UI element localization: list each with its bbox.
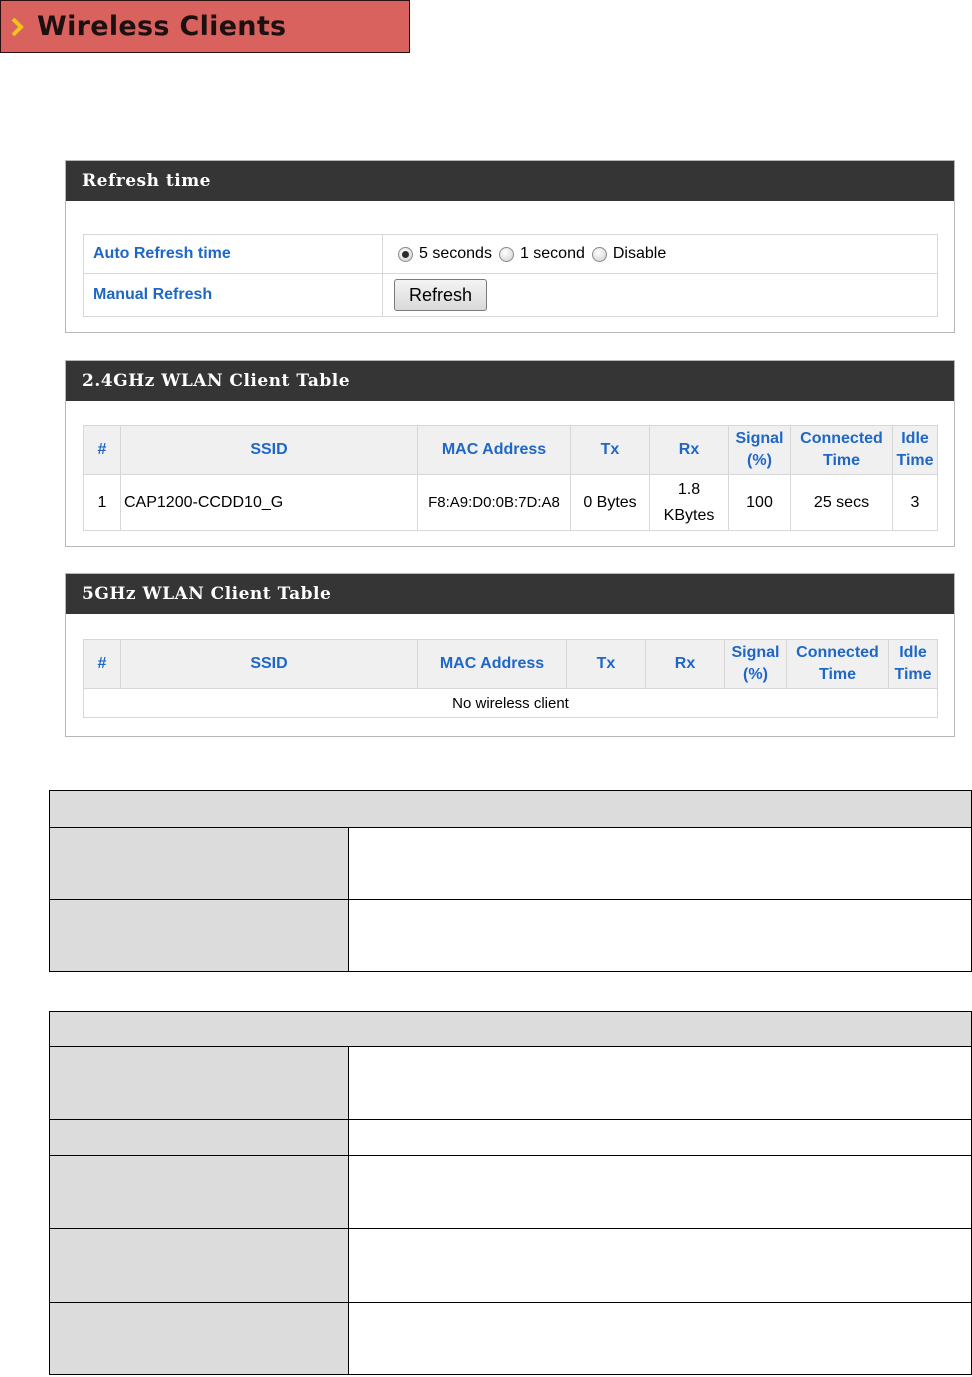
radio-5-seconds[interactable] bbox=[398, 246, 413, 262]
panel-header: 2.4GHz WLAN Client Table bbox=[66, 361, 954, 401]
doc-table-header bbox=[49, 1011, 972, 1047]
doc-value-cell bbox=[348, 1302, 972, 1375]
description-table-clients bbox=[49, 1011, 972, 1375]
wlan24-client-panel: 2.4GHz WLAN Client Table # SSID MAC Addr… bbox=[65, 360, 955, 547]
doc-value-cell bbox=[348, 1119, 972, 1156]
manual-refresh-label: Manual Refresh bbox=[83, 273, 383, 317]
panel-header: 5GHz WLAN Client Table bbox=[66, 574, 954, 614]
wlan24-client-table: # SSID MAC Address Tx Rx Signal (%) Conn… bbox=[83, 425, 938, 531]
auto-refresh-label: Auto Refresh time bbox=[83, 234, 383, 274]
col-idle: Idle Time bbox=[888, 639, 938, 689]
radio-label: 1 second bbox=[519, 245, 585, 262]
page-title-banner: Wireless Clients bbox=[0, 0, 410, 53]
doc-value-cell bbox=[348, 1046, 972, 1120]
manual-refresh-cell: Refresh bbox=[382, 273, 938, 317]
doc-table-header bbox=[49, 790, 972, 828]
cell-tx: 0 Bytes bbox=[570, 474, 650, 531]
doc-key-cell bbox=[49, 1228, 349, 1303]
col-mac: MAC Address bbox=[417, 639, 567, 689]
doc-value-cell bbox=[348, 827, 972, 900]
cell-idle: 3 bbox=[892, 474, 938, 531]
doc-value-cell bbox=[348, 1155, 972, 1229]
cell-rx: 1.8 KBytes bbox=[649, 474, 729, 531]
col-signal: Signal (%) bbox=[724, 639, 787, 689]
refresh-time-panel: Refresh time Auto Refresh time 5 seconds… bbox=[65, 160, 955, 333]
cell-connected: 25 secs bbox=[790, 474, 893, 531]
radio-label: 5 seconds bbox=[419, 245, 492, 262]
wlan5-client-panel: 5GHz WLAN Client Table # SSID MAC Addres… bbox=[65, 573, 955, 737]
col-rx: Rx bbox=[649, 425, 729, 475]
col-ssid: SSID bbox=[120, 639, 418, 689]
doc-key-cell bbox=[49, 1155, 349, 1229]
page-title: Wireless Clients bbox=[37, 11, 287, 42]
col-connected: Connected Time bbox=[790, 425, 893, 475]
doc-key-cell bbox=[49, 899, 349, 972]
radio-label: Disable bbox=[612, 245, 667, 262]
col-idle: Idle Time bbox=[892, 425, 938, 475]
radio-disable[interactable] bbox=[591, 246, 607, 262]
cell-num: 1 bbox=[83, 474, 121, 531]
cell-mac: F8:A9:D0:0B:7D:A8 bbox=[417, 474, 571, 531]
doc-value-cell bbox=[348, 1228, 972, 1303]
cell-ssid: CAP1200-CCDD10_G bbox=[120, 474, 418, 531]
doc-key-cell bbox=[49, 827, 349, 900]
radio-1-second[interactable] bbox=[498, 246, 514, 262]
col-tx: Tx bbox=[570, 425, 650, 475]
doc-key-cell bbox=[49, 1046, 349, 1120]
col-connected: Connected Time bbox=[786, 639, 889, 689]
doc-value-cell bbox=[348, 899, 972, 972]
doc-key-cell bbox=[49, 1119, 349, 1156]
empty-state-text: No wireless client bbox=[83, 688, 938, 718]
refresh-button[interactable]: Refresh bbox=[394, 279, 488, 311]
cell-signal: 100 bbox=[728, 474, 791, 531]
table-row: 1 CAP1200-CCDD10_G F8:A9:D0:0B:7D:A8 0 B… bbox=[83, 474, 938, 531]
doc-key-cell bbox=[49, 1302, 349, 1375]
auto-refresh-options: 5 seconds 1 second Disable bbox=[382, 234, 938, 274]
col-num: # bbox=[83, 425, 121, 475]
col-ssid: SSID bbox=[120, 425, 418, 475]
col-rx: Rx bbox=[645, 639, 725, 689]
chevron-right-icon bbox=[11, 17, 24, 36]
col-signal: Signal (%) bbox=[728, 425, 791, 475]
refresh-settings-table: Auto Refresh time 5 seconds 1 second Dis… bbox=[83, 234, 938, 317]
wlan5-client-table: # SSID MAC Address Tx Rx Signal (%) Conn… bbox=[83, 639, 938, 718]
col-num: # bbox=[83, 639, 121, 689]
col-tx: Tx bbox=[566, 639, 646, 689]
col-mac: MAC Address bbox=[417, 425, 571, 475]
description-table-refresh bbox=[49, 790, 972, 972]
panel-header: Refresh time bbox=[66, 161, 954, 201]
